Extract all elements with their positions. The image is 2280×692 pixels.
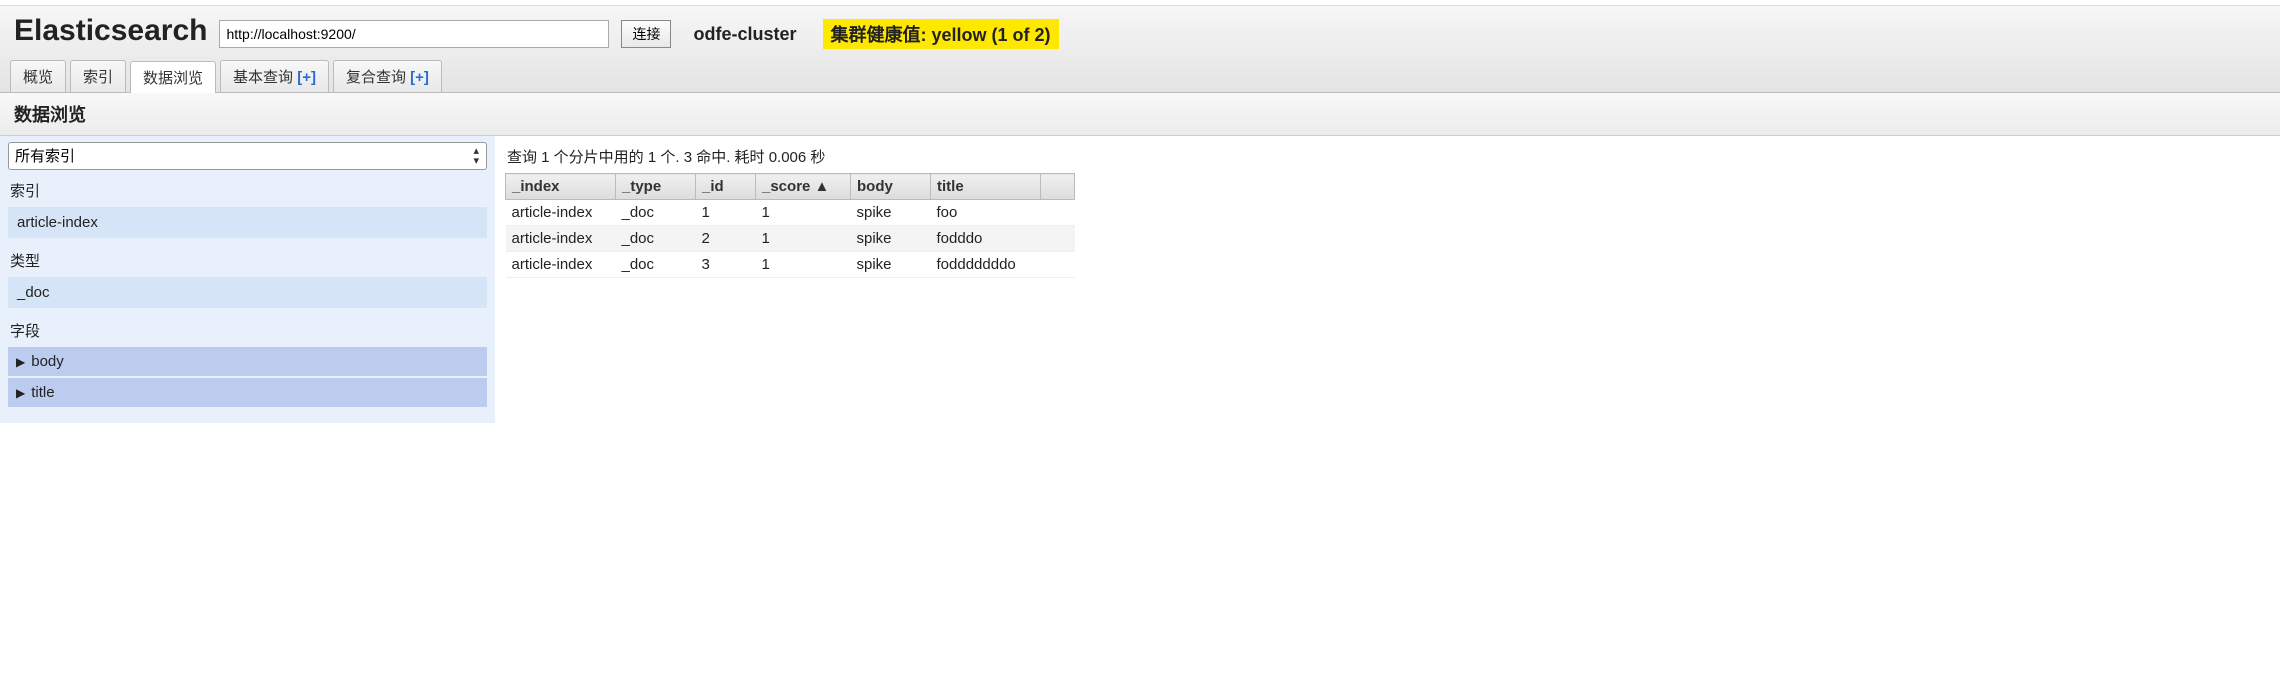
cell-score: 1 [756,200,851,226]
sidebar-label-index: 索引 [8,170,487,205]
column-header-type[interactable]: _type [616,174,696,200]
main-panel: 查询 1 个分片中用的 1 个. 3 命中. 耗时 0.006 秒 _index… [495,136,2280,423]
results-summary: 查询 1 个分片中用的 1 个. 3 命中. 耗时 0.006 秒 [505,142,2270,171]
cell-score: 1 [756,226,851,252]
triangle-right-icon: ▶ [16,355,25,369]
tab-basic-query[interactable]: 基本查询 [+] [220,60,329,92]
cluster-address-input[interactable] [219,20,609,48]
tab-browser[interactable]: 数据浏览 [130,61,216,93]
cell-extra [1041,226,1075,252]
column-header-score-label: _score [762,178,810,195]
cell-type: _doc [616,200,696,226]
index-select[interactable]: 所有索引 [8,142,487,170]
sidebar-field-title-label: title [31,384,54,401]
sidebar-type-item[interactable]: _doc [8,277,487,308]
tab-overview[interactable]: 概览 [10,60,66,92]
tab-compound-query-label: 复合查询 [346,69,406,86]
cluster-name: odfe-cluster [693,24,796,45]
column-header-id[interactable]: _id [696,174,756,200]
cell-body: spike [851,252,931,278]
tab-compound-query[interactable]: 复合查询 [+] [333,60,442,92]
table-row[interactable]: article-index_doc21spikefodddo [506,226,1075,252]
cell-id: 1 [696,200,756,226]
cell-extra [1041,252,1075,278]
triangle-right-icon: ▶ [16,386,25,400]
cell-index: article-index [506,226,616,252]
cell-type: _doc [616,252,696,278]
table-row[interactable]: article-index_doc31spikefodddddddo [506,252,1075,278]
cell-type: _doc [616,226,696,252]
tab-indices[interactable]: 索引 [70,60,126,92]
sidebar-label-fields: 字段 [8,310,487,345]
sidebar-field-body[interactable]: ▶ body [8,347,487,376]
cell-index: article-index [506,252,616,278]
tab-basic-query-plus[interactable]: [+] [297,69,316,86]
connect-button[interactable]: 连接 [621,20,671,48]
cell-body: spike [851,226,931,252]
sidebar: 所有索引 ▴▾ 索引 article-index 类型 _doc 字段 ▶ bo… [0,136,495,423]
table-row[interactable]: article-index_doc11spikefoo [506,200,1075,226]
cell-title: foo [931,200,1041,226]
cell-score: 1 [756,252,851,278]
tabs-row: 概览 索引 数据浏览 基本查询 [+] 复合查询 [+] [0,54,2280,93]
cell-body: spike [851,200,931,226]
cell-title: fodddo [931,226,1041,252]
sort-ascending-icon: ▲ [815,178,830,195]
content-area: 所有索引 ▴▾ 索引 article-index 类型 _doc 字段 ▶ bo… [0,136,2280,423]
cell-extra [1041,200,1075,226]
cell-index: article-index [506,200,616,226]
cell-id: 3 [696,252,756,278]
column-header-body[interactable]: body [851,174,931,200]
panel-title: 数据浏览 [0,93,2280,136]
sidebar-field-body-label: body [31,353,64,370]
cell-title: fodddddddo [931,252,1041,278]
cell-id: 2 [696,226,756,252]
tab-compound-query-plus[interactable]: [+] [410,69,429,86]
column-header-score[interactable]: _score ▲ [756,174,851,200]
sidebar-label-type: 类型 [8,240,487,275]
results-body: article-index_doc11spikefooarticle-index… [506,200,1075,278]
column-header-index[interactable]: _index [506,174,616,200]
cluster-health-badge: 集群健康值: yellow (1 of 2) [823,19,1059,49]
app-title: Elasticsearch [14,14,207,54]
results-table: _index _type _id _score ▲ body title art… [505,173,1075,278]
column-header-extra[interactable] [1041,174,1075,200]
sidebar-index-item[interactable]: article-index [8,207,487,238]
header-bar: Elasticsearch 连接 odfe-cluster 集群健康值: yel… [0,6,2280,54]
tab-basic-query-label: 基本查询 [233,69,293,86]
column-header-title[interactable]: title [931,174,1041,200]
sidebar-field-title[interactable]: ▶ title [8,378,487,407]
